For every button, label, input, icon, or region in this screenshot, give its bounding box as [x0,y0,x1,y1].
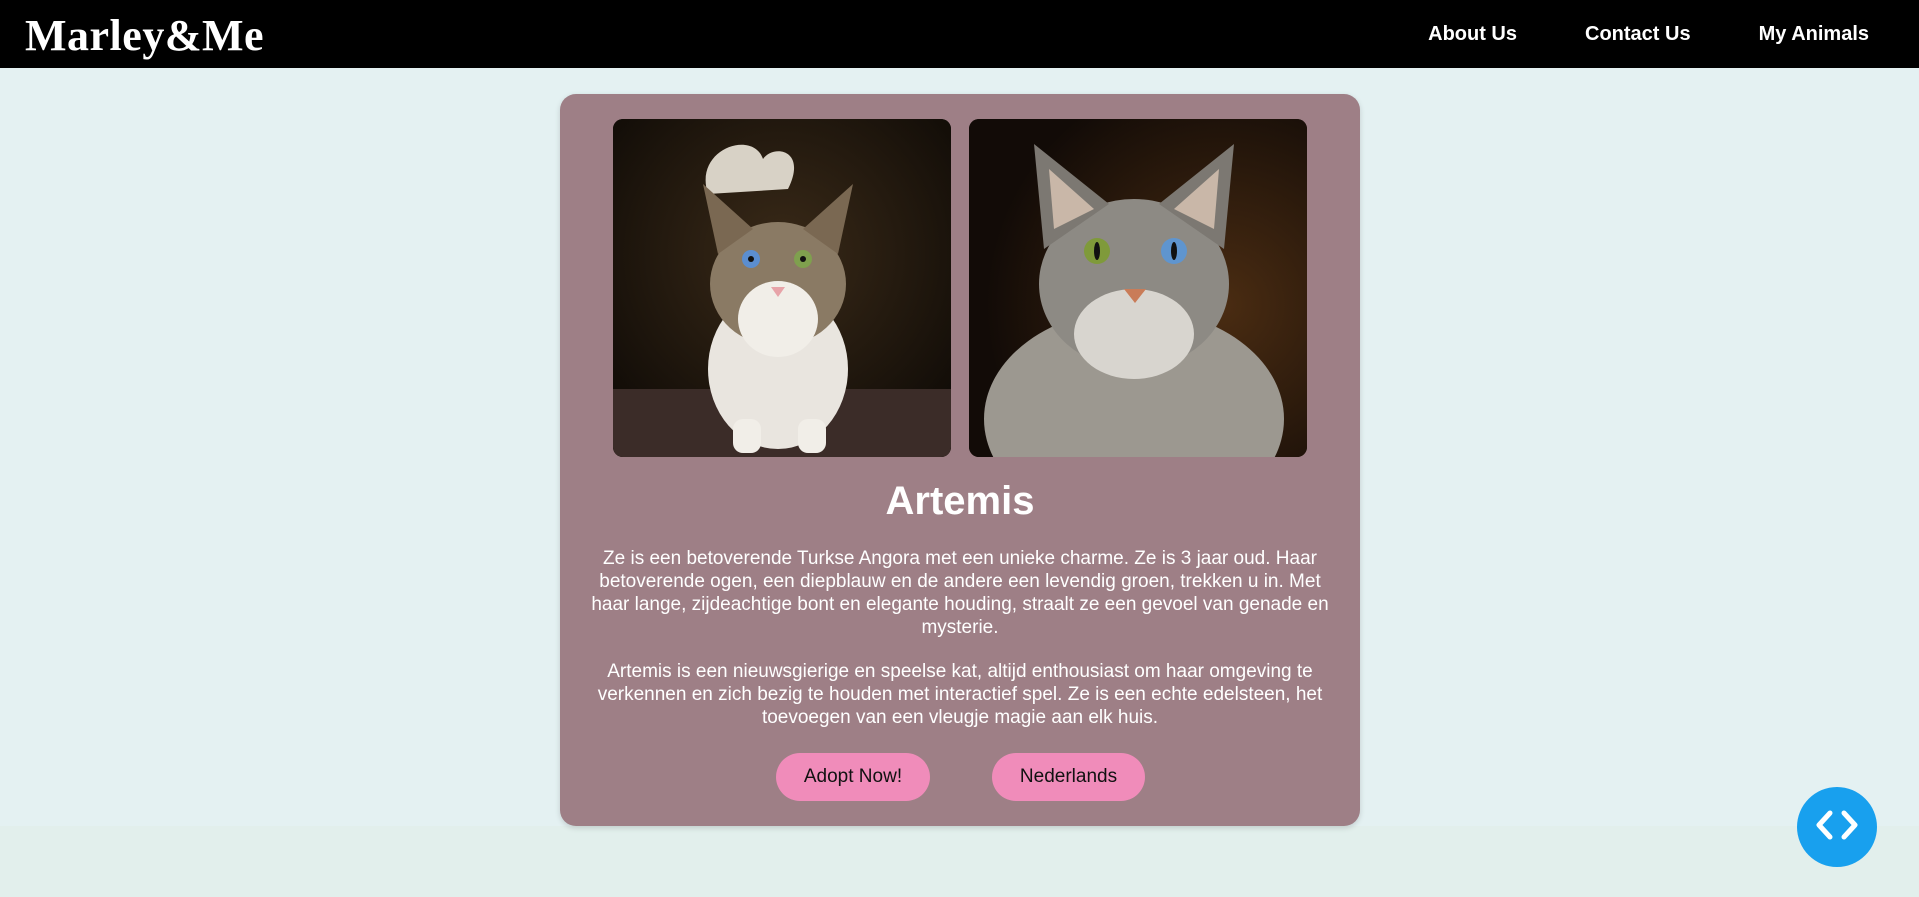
nav-link-about-us[interactable]: About Us [1428,23,1517,46]
pet-name-heading: Artemis [885,479,1035,523]
code-toggle-button[interactable] [1797,787,1877,867]
adopt-now-button[interactable]: Adopt Now! [776,753,930,801]
footer-band [0,826,1919,897]
code-icon [1814,809,1860,846]
pet-description-paragraph-1: Ze is een betoverende Turkse Angora met … [591,548,1329,638]
nav-links: About Us Contact Us My Animals [1360,0,1869,68]
nav-link-my-animals[interactable]: My Animals [1759,23,1869,46]
cat-photo-walking [613,119,951,457]
language-toggle-button[interactable]: Nederlands [992,753,1145,801]
brand-logo[interactable]: Marley&Me [25,10,264,61]
pet-description-paragraph-2: Artemis is een nieuwsgierige en speelse … [597,661,1323,728]
nav-link-contact-us[interactable]: Contact Us [1585,23,1691,46]
cat-photo-sitting [969,119,1307,457]
pet-card: Artemis Ze is een betoverende Turkse Ang… [560,94,1360,826]
top-navbar: Marley&Me About Us Contact Us My Animals [0,0,1919,68]
